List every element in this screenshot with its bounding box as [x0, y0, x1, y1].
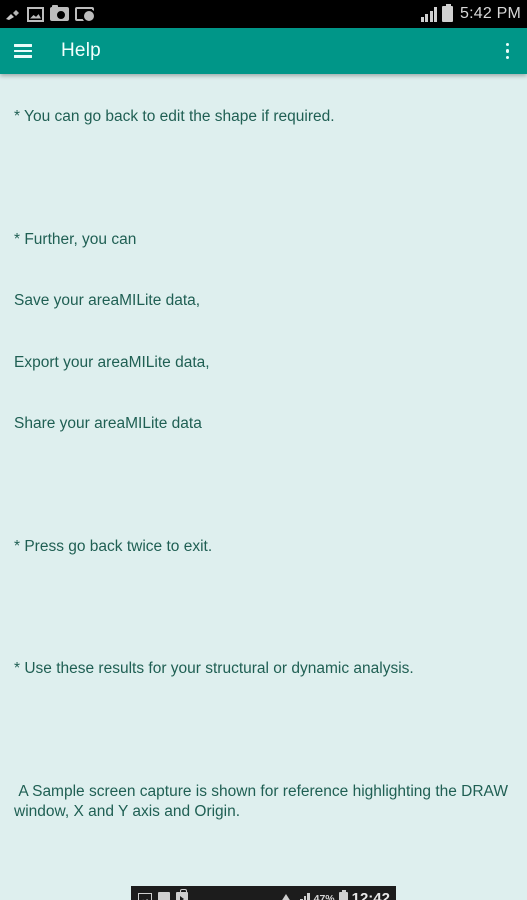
status-bar-left-icons	[4, 5, 96, 23]
brush-icon	[4, 7, 21, 22]
help-line-sample-caption: A Sample screen capture is shown for ref…	[14, 782, 513, 821]
image-icon	[27, 6, 44, 22]
clock-time: 5:42 PM	[460, 5, 521, 22]
help-line-share: Share your areaMILite data	[14, 415, 202, 432]
battery-icon	[338, 890, 348, 900]
help-line-edit-shape: * You can go back to edit the shape if r…	[14, 108, 335, 125]
camera-icon	[50, 5, 69, 21]
kebab-menu-icon[interactable]	[502, 39, 514, 64]
battery-percent-label: 47%	[313, 892, 335, 900]
help-line-use-results: * Use these results for your structural …	[14, 660, 414, 677]
help-line-press-back: * Press go back twice to exit.	[14, 537, 213, 555]
help-text-block: * You can go back to edit the shape if r…	[0, 74, 527, 864]
sample-clock-time: 12:42	[351, 890, 390, 900]
hamburger-menu-icon[interactable]	[14, 44, 32, 58]
help-line-save: Save your areaMILite data,	[14, 292, 201, 309]
help-content-scroll[interactable]: * You can go back to edit the shape if r…	[0, 74, 527, 900]
sample-status-bar: 47% 12:42	[131, 885, 396, 900]
document-x-icon	[158, 891, 170, 900]
screen-record-icon	[75, 7, 96, 23]
sample-status-right-icons: 47% 12:42	[278, 890, 390, 900]
sample-screenshot: 47% 12:42 Open Y X 0,0	[131, 885, 396, 900]
image-icon	[138, 892, 152, 900]
sample-status-left-icons	[138, 889, 188, 900]
help-line-further: * Further, you can	[14, 230, 137, 248]
battery-icon	[442, 4, 453, 22]
help-line-export: Export your areaMILite data,	[14, 353, 210, 371]
app-bag-icon	[176, 889, 188, 900]
signal-bars-icon	[297, 892, 310, 900]
status-bar-right-icons: 5:42 PM	[420, 4, 522, 23]
app-bar: Help	[0, 28, 527, 74]
wifi-icon	[278, 893, 293, 900]
page-title: Help	[61, 40, 101, 61]
system-status-bar: 5:42 PM	[0, 0, 527, 28]
app-root: 5:42 PM Help * You can go back to edit t…	[0, 0, 527, 900]
signal-bars-icon	[420, 6, 437, 22]
